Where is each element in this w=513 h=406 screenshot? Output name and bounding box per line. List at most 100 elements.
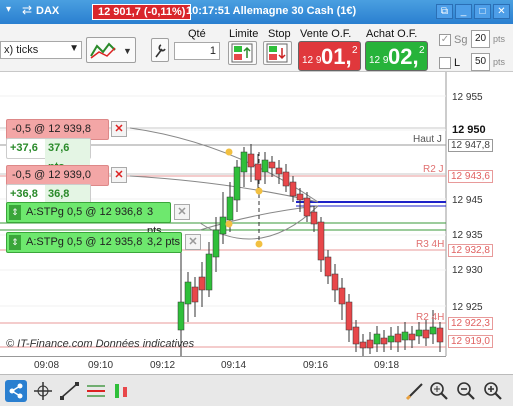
order-close-button-1[interactable]: ✕ bbox=[111, 121, 127, 137]
minimize-button[interactable]: _ bbox=[455, 4, 472, 19]
stop-pts-2: 3,2 pts bbox=[147, 236, 181, 248]
settings-wrench-button[interactable] bbox=[151, 38, 169, 62]
candle-body bbox=[352, 326, 360, 345]
sg-value-input[interactable]: 20 bbox=[471, 30, 490, 48]
candle-body bbox=[240, 151, 248, 173]
y-tick: 12 925 bbox=[452, 302, 483, 313]
candle-body bbox=[282, 171, 290, 187]
y-tick: 12 955 bbox=[452, 92, 483, 103]
buy-price-big: 02, bbox=[388, 44, 419, 69]
candle-body bbox=[387, 335, 395, 343]
indicators-icon[interactable] bbox=[111, 380, 133, 402]
share-icon[interactable] bbox=[5, 380, 27, 402]
sell-button[interactable]: 12 9 01, 2 bbox=[298, 41, 361, 71]
zoom-in-icon[interactable] bbox=[482, 380, 504, 402]
qty-input[interactable]: 1 bbox=[174, 42, 220, 60]
x-tick: 09:16 bbox=[303, 360, 329, 371]
buy-button[interactable]: 12 9 02, 2 bbox=[365, 41, 428, 71]
candle-body bbox=[366, 339, 374, 349]
bottom-toolbar bbox=[0, 374, 513, 406]
drawing-tool-icon[interactable] bbox=[404, 380, 426, 402]
x-tick: 09:18 bbox=[374, 360, 400, 371]
sell-price-sup: 2 bbox=[352, 45, 358, 56]
y-tick: 12 935 bbox=[452, 230, 483, 241]
l-checkbox[interactable] bbox=[439, 57, 451, 69]
timeframe-value: x) ticks bbox=[4, 44, 39, 56]
level-tag-r2-j: 12 943,6 bbox=[448, 170, 493, 183]
sg-label: Sg bbox=[454, 34, 468, 46]
stop-text-1: A:STPg 0,5 @ 12 936,8 bbox=[26, 206, 143, 218]
candle-body bbox=[429, 326, 437, 335]
title-time-instrument: 10:17:51 Allemagne 30 Cash (1€) bbox=[186, 5, 357, 17]
stop-order-1[interactable]: ⇕ A:STPg 0,5 @ 12 936,8 3 pts bbox=[6, 202, 171, 237]
timeframe-select[interactable]: x) ticks ▼ bbox=[0, 41, 82, 59]
candle-body bbox=[317, 221, 325, 261]
l-value-input[interactable]: 50 bbox=[471, 53, 490, 71]
order-close-button-2[interactable]: ✕ bbox=[111, 167, 127, 183]
horizontal-line-icon[interactable] bbox=[85, 380, 107, 402]
price-change-badge: 12 901,7 (-0,11%) bbox=[92, 4, 192, 20]
stop-order-2[interactable]: ⇕ A:STPg 0,5 @ 12 935,8 3,2 pts bbox=[6, 232, 182, 253]
svg-text:▼: ▼ bbox=[123, 46, 132, 56]
zoom-fit-icon[interactable] bbox=[428, 380, 450, 402]
candle-body bbox=[198, 276, 206, 291]
stop-close-button-1[interactable]: ✕ bbox=[174, 204, 190, 220]
x-axis: 09:08 09:10 09:12 09:14 09:16 09:18 bbox=[0, 356, 446, 374]
sync-icon: ⇄ bbox=[22, 3, 33, 17]
marker-dot-3 bbox=[225, 220, 233, 228]
draw-line-icon[interactable] bbox=[58, 380, 80, 402]
candle-body bbox=[345, 301, 353, 331]
order-toolbar: x) ticks ▼ ▼ Qté 1 Limite Stop Vente O.F… bbox=[0, 24, 513, 72]
limit-order-button[interactable] bbox=[228, 41, 257, 65]
candle-body bbox=[177, 301, 185, 331]
menu-chevron-icon[interactable]: ▾ bbox=[6, 4, 11, 15]
limit-order-icon bbox=[231, 43, 253, 63]
candle-body bbox=[254, 163, 262, 181]
order-label-2[interactable]: -0,5 @ 12 939,0 (RL) bbox=[6, 165, 109, 200]
level-tag-haut-j: 12 947,8 bbox=[448, 139, 493, 152]
stop-drag-handle-icon[interactable]: ⇕ bbox=[9, 235, 21, 250]
candle-body bbox=[373, 333, 381, 345]
marker-dot-2 bbox=[255, 187, 263, 195]
candle-body bbox=[331, 273, 339, 291]
restore-button[interactable]: ⧉ bbox=[436, 4, 453, 19]
x-tick: 09:12 bbox=[150, 360, 176, 371]
stop-label: Stop bbox=[268, 28, 291, 40]
level-tag-r3-4h: 12 932,8 bbox=[448, 244, 493, 257]
title-bar: ▾ DAX ⇄ 12 901,7 (-0,11%) 10:17:51 Allem… bbox=[0, 0, 513, 24]
qty-value: 1 bbox=[209, 45, 216, 57]
candle-body bbox=[415, 329, 423, 337]
stop-order-icon bbox=[266, 43, 288, 63]
candle-body bbox=[422, 329, 430, 339]
price-chart[interactable]: 12 955 12 950 12 945 12 935 12 930 12 92… bbox=[0, 72, 513, 356]
candle-body bbox=[268, 161, 276, 169]
l-label: L bbox=[454, 57, 461, 69]
marker-dot-4 bbox=[255, 240, 263, 248]
level-name-r2-j: R2 J bbox=[423, 164, 444, 175]
candle-body bbox=[436, 327, 444, 343]
candle-body bbox=[226, 196, 234, 221]
level-name-haut-j: Haut J bbox=[413, 134, 442, 145]
maximize-button[interactable]: □ bbox=[474, 4, 491, 19]
candle-body bbox=[296, 193, 304, 201]
qty-label: Qté bbox=[188, 28, 206, 40]
sg-value: 20 bbox=[474, 33, 487, 44]
crosshair-icon[interactable] bbox=[32, 380, 54, 402]
chart-type-button[interactable]: ▼ bbox=[86, 37, 136, 63]
stop-text-2: A:STPg 0,5 @ 12 935,8 bbox=[26, 236, 143, 248]
stop-order-button[interactable] bbox=[263, 41, 292, 65]
stop-drag-handle-icon[interactable]: ⇕ bbox=[9, 205, 21, 220]
stop-close-button-2[interactable]: ✕ bbox=[185, 234, 201, 250]
buy-label: Achat O.F. bbox=[366, 28, 418, 40]
candle-body bbox=[205, 253, 213, 291]
candle-body bbox=[380, 337, 388, 345]
zoom-out-icon[interactable] bbox=[455, 380, 477, 402]
level-tag-r2-4h: 12 922,3 bbox=[448, 317, 493, 330]
order-label-1[interactable]: -0,5 @ 12 939,8 (RL) bbox=[6, 119, 109, 154]
candle-body bbox=[233, 166, 241, 201]
candle-body bbox=[184, 281, 192, 305]
buy-price-prefix: 12 9 bbox=[369, 55, 389, 66]
close-button[interactable]: ✕ bbox=[493, 4, 510, 19]
candle-body bbox=[310, 211, 318, 225]
sg-checkbox[interactable]: ✓ bbox=[439, 34, 451, 46]
